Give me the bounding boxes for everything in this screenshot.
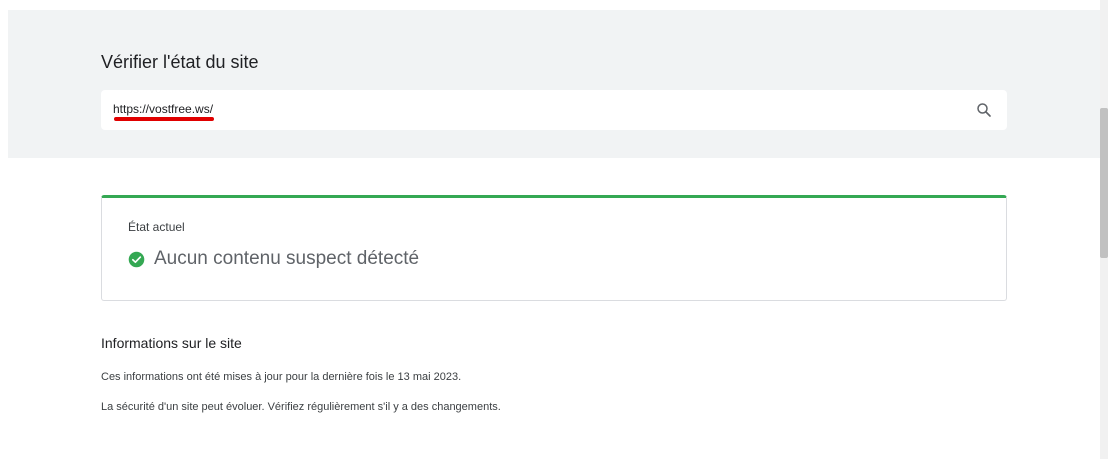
page-title: Vérifier l'état du site (101, 52, 259, 72)
site-info-updated-text: Ces informations ont été mises à jour po… (101, 371, 462, 383)
search-input-value[interactable]: https://vostfree.ws/ (113, 102, 213, 116)
url-search-input[interactable]: https://vostfree.ws/ (101, 90, 1007, 130)
status-label: État actuel (128, 220, 185, 234)
search-icon[interactable] (975, 101, 993, 119)
red-annotation-underline (114, 117, 214, 121)
site-info-title: Informations sur le site (101, 335, 242, 351)
current-status-card: État actuel Aucun contenu suspect détect… (101, 195, 1007, 301)
scrollbar-thumb[interactable] (1100, 108, 1108, 258)
check-circle-icon (128, 251, 145, 267)
status-text: Aucun contenu suspect détecté (154, 248, 420, 269)
site-info-advice-text: La sécurité d'un site peut évoluer. Véri… (101, 401, 501, 413)
search-section (8, 10, 1100, 158)
page: Vérifier l'état du site https://vostfree… (0, 0, 1108, 459)
status-row: Aucun contenu suspect détecté (128, 248, 419, 270)
